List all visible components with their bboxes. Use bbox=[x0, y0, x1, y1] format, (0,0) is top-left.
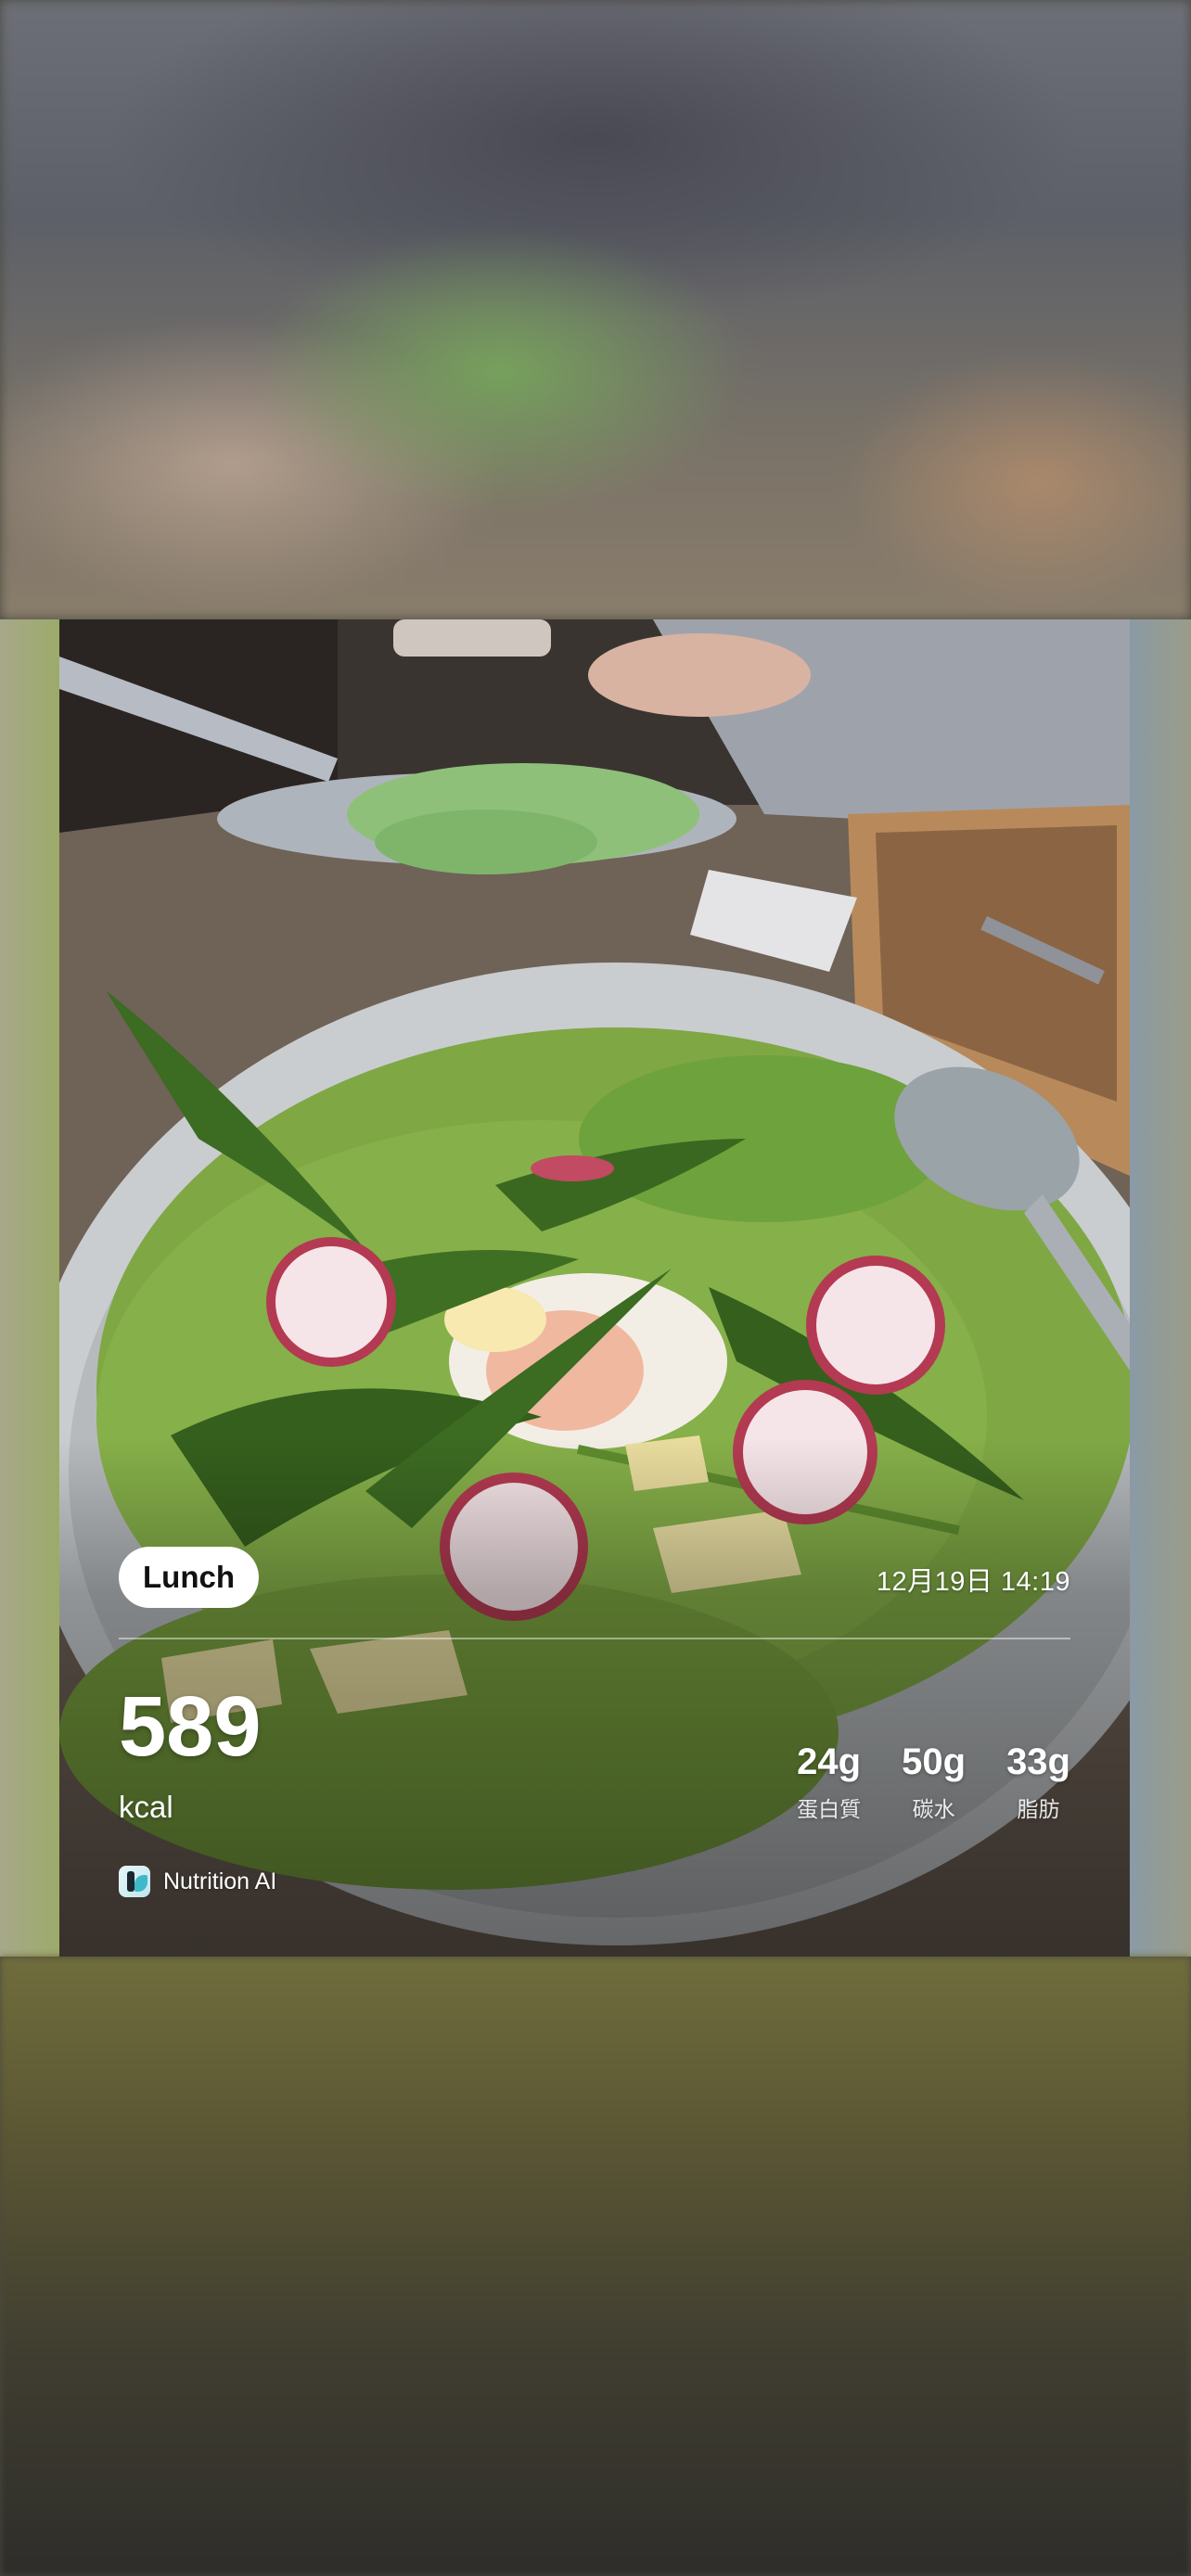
meal-share-card[interactable]: Lunch 12月19日 14:19 589 kcal 24g 蛋白質 50g … bbox=[59, 619, 1130, 1957]
blurred-background-top bbox=[0, 0, 1191, 619]
macro-carbs-label: 碳水 bbox=[912, 1797, 955, 1821]
blurred-background-bottom bbox=[0, 1957, 1191, 2576]
brand-watermark: Nutrition AI bbox=[119, 1866, 276, 1897]
macro-protein-label: 蛋白質 bbox=[797, 1797, 862, 1821]
brand-name: Nutrition AI bbox=[163, 1868, 277, 1894]
nutrition-ai-logo-icon bbox=[119, 1866, 150, 1897]
macro-carbs: 50g 碳水 bbox=[902, 1741, 966, 1823]
meal-timestamp: 12月19日 14:19 bbox=[876, 1567, 1070, 1597]
macro-fat-label: 脂肪 bbox=[1017, 1797, 1060, 1821]
share-screen: Lunch 12月19日 14:19 589 kcal 24g 蛋白質 50g … bbox=[0, 0, 1191, 2576]
calorie-value: 589 bbox=[119, 1679, 262, 1774]
card-divider bbox=[119, 1638, 1070, 1639]
macro-carbs-value: 50g bbox=[902, 1741, 967, 1782]
meal-type-badge: Lunch bbox=[119, 1547, 259, 1608]
macro-protein-value: 24g bbox=[797, 1741, 862, 1782]
macro-fat-value: 33g bbox=[1006, 1741, 1070, 1782]
macro-summary: 24g 蛋白質 50g 碳水 33g 脂肪 bbox=[797, 1741, 1070, 1823]
macro-fat: 33g 脂肪 bbox=[1006, 1741, 1070, 1823]
meal-type-label: Lunch bbox=[143, 1560, 235, 1594]
macro-protein: 24g 蛋白質 bbox=[797, 1741, 861, 1823]
calorie-unit: kcal bbox=[119, 1790, 173, 1824]
